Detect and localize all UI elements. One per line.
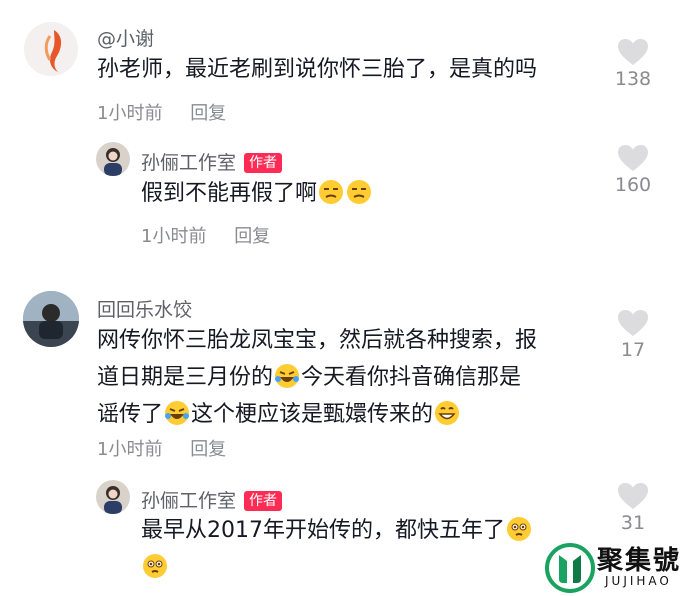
author-badge: 作者: [244, 153, 283, 173]
watermark-brand-cn: 聚集號: [597, 546, 682, 576]
comment-username[interactable]: 回回乐水饺: [97, 295, 192, 322]
reply-button[interactable]: 回复: [190, 439, 226, 460]
unamused-face-icon: [347, 180, 372, 204]
comment-text-segment: 谣传了: [97, 402, 164, 427]
comment-time: 1小时前: [97, 103, 163, 124]
reply-meta: 1小时前 回复: [141, 222, 292, 248]
comment-text-line: 谣传了 这个梗应该是甄嬛传来的: [97, 396, 597, 433]
heart-icon: [618, 310, 648, 336]
like-count: 17: [620, 339, 646, 361]
reply-button[interactable]: 回复: [190, 103, 226, 124]
rofl-face-icon: [275, 364, 300, 388]
comment-text-line: 网传你怀三胎龙凤宝宝，然后就各种搜索，报: [97, 328, 538, 353]
reply-text-content: 假到不能再假了啊: [141, 181, 318, 206]
comment-text-line: 道日期是三月份的 今天看你抖音确信那是: [97, 359, 597, 396]
comment-text-segment: 今天看你抖音确信那是: [301, 365, 522, 390]
comment-text: 孙老师，最近老刷到说你怀三胎了，是真的吗: [97, 57, 538, 82]
author-badge: 作者: [244, 491, 283, 511]
reply-username[interactable]: 孙俪工作室 作者: [141, 486, 283, 513]
watermark-logo: 聚集號 JUJIHAO: [545, 540, 695, 596]
reply-username-text[interactable]: 孙俪工作室: [141, 490, 236, 512]
comment-text: 网传你怀三胎龙凤宝宝，然后就各种搜索，报 道日期是三月份的 今天看你抖音确信那是 …: [97, 322, 597, 433]
like-button[interactable]: 138: [603, 38, 663, 90]
woozy-face-icon: [143, 554, 167, 578]
avatar-xiaoxie[interactable]: [24, 22, 78, 76]
reply-text-content: 最早从2017年开始传的，都快五年了: [141, 518, 505, 543]
avatar-huihui[interactable]: [23, 291, 79, 347]
unamused-face-icon: [319, 180, 344, 204]
reply-username[interactable]: 孙俪工作室 作者: [141, 148, 283, 175]
heart-icon: [618, 145, 648, 171]
grinning-face-icon: [435, 401, 460, 425]
avatar-sunli-studio[interactable]: [96, 480, 130, 514]
comment-username[interactable]: @小谢: [97, 24, 154, 51]
jujihao-logo-icon: [545, 543, 595, 593]
reply-time: 1小时前: [141, 226, 207, 247]
reply-button[interactable]: 回复: [234, 226, 270, 247]
like-button[interactable]: 17: [603, 309, 663, 361]
like-count: 160: [614, 174, 652, 196]
like-count: 138: [614, 68, 652, 90]
reply-text: 假到不能再假了啊: [141, 175, 373, 212]
woozy-face-icon: [507, 517, 531, 541]
avatar-sunli-studio[interactable]: [96, 142, 130, 176]
like-count: 31: [620, 512, 646, 534]
watermark-brand-en: JUJIHAO: [605, 574, 672, 588]
like-button[interactable]: 31: [603, 482, 663, 534]
comment-meta: 1小时前 回复: [97, 435, 248, 461]
reply-username-text[interactable]: 孙俪工作室: [141, 152, 236, 174]
comment-meta: 1小时前 回复: [97, 99, 248, 125]
comment-text-segment: 道日期是三月份的: [97, 365, 274, 390]
rofl-face-icon: [165, 401, 190, 425]
reply-text: 最早从2017年开始传的，都快五年了: [141, 512, 591, 586]
comment-time: 1小时前: [97, 439, 163, 460]
heart-icon: [618, 39, 648, 65]
heart-icon: [618, 483, 648, 509]
comment-text-segment: 这个梗应该是甄嬛传来的: [191, 402, 434, 427]
like-button[interactable]: 160: [603, 144, 663, 196]
